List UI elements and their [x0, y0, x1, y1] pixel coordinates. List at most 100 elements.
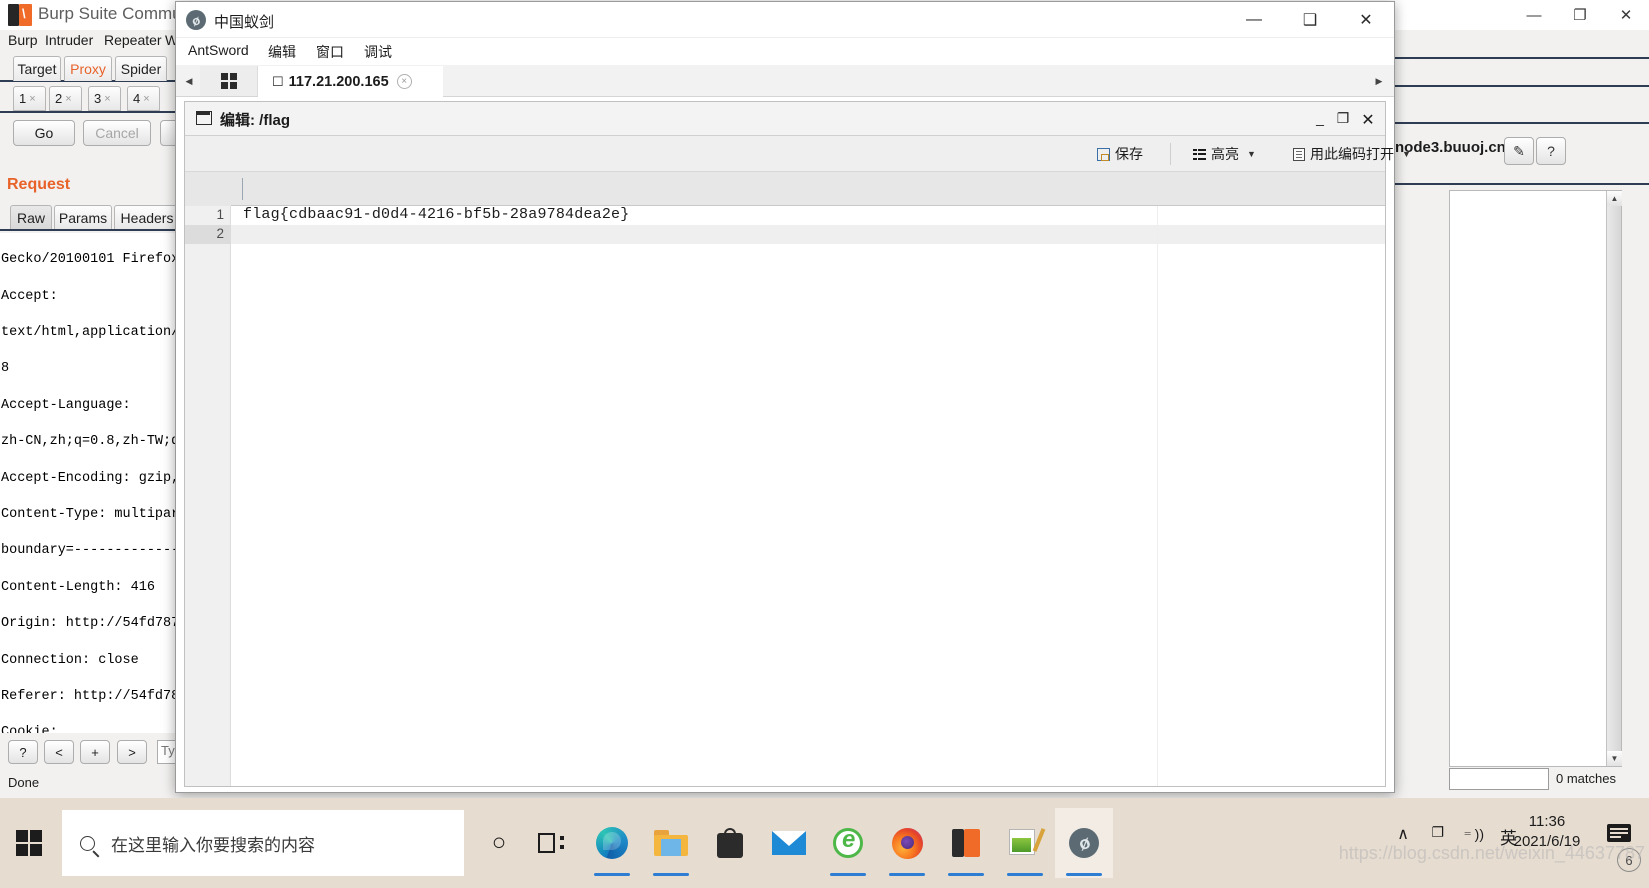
microsoft-edge-button[interactable]	[583, 808, 641, 878]
internet-explorer-button[interactable]	[819, 808, 877, 878]
microsoft-store-button[interactable]	[701, 808, 759, 878]
taskbar-search-input[interactable]: 在这里输入你要搜索的内容	[62, 810, 464, 876]
menu-window[interactable]: 窗口	[316, 42, 344, 62]
repeater-tab-1[interactable]: 1 ×	[13, 86, 46, 111]
request-tab-headers[interactable]: Headers	[114, 205, 180, 229]
burp-close-button[interactable]: ✕	[1603, 0, 1649, 30]
menu-debug[interactable]: 调试	[364, 42, 392, 62]
help-button[interactable]: ?	[8, 740, 38, 764]
divider-3	[1392, 122, 1649, 124]
menu-repeater[interactable]: Repeater	[104, 32, 162, 48]
request-tab-raw[interactable]: Raw	[10, 205, 52, 229]
host-help-button[interactable]: ?	[1536, 137, 1566, 165]
repeater-tab-1-close-icon[interactable]: ×	[29, 93, 35, 105]
go-button[interactable]: Go	[13, 120, 75, 146]
encoding-icon	[1293, 147, 1305, 161]
antsword-maximize-button[interactable]: ❑	[1282, 2, 1338, 38]
action-center-button[interactable]	[1605, 820, 1633, 846]
scroll-up-arrow-icon[interactable]: ▲	[1607, 191, 1622, 206]
chevron-down-icon[interactable]: ▼	[1402, 149, 1411, 159]
response-panel[interactable]	[1449, 190, 1622, 767]
tab-proxy[interactable]: Proxy	[64, 56, 112, 81]
active-indicator	[1007, 873, 1043, 876]
scroll-down-arrow-icon[interactable]: ▼	[1607, 751, 1622, 766]
burp-minimize-button[interactable]: —	[1511, 0, 1557, 30]
paint-editor-button[interactable]	[996, 808, 1054, 878]
save-label: 保存	[1115, 146, 1143, 162]
search-placeholder: 在这里输入你要搜索的内容	[111, 835, 315, 855]
repeater-tab-3-close-icon[interactable]: ×	[104, 93, 110, 105]
divider-4	[1392, 183, 1649, 185]
chevron-down-icon[interactable]: ▼	[1247, 149, 1256, 159]
menu-edit[interactable]: 编辑	[268, 42, 296, 62]
add-button[interactable]: +	[80, 740, 110, 764]
clock[interactable]: 11:36 2021/6/19	[1507, 812, 1587, 852]
editor-toolbar: 保存 高亮 ▼ 用此编码打开 ▼	[185, 136, 1411, 172]
highlight-dropdown[interactable]: 高亮 ▼	[1193, 143, 1256, 165]
editor-maximize-button[interactable]: ❐	[1334, 110, 1352, 127]
request-section-label: Request	[7, 176, 71, 193]
grid-icon	[220, 73, 237, 89]
repeater-tab-4[interactable]: 4 ×	[127, 86, 160, 111]
repeater-tab-3[interactable]: 3 ×	[88, 86, 121, 111]
task-view-icon	[538, 833, 564, 853]
tab-117-21-200-165[interactable]: ☐ 117.21.200.165 ×	[258, 66, 443, 97]
menu-burp[interactable]: Burp	[8, 32, 38, 48]
file-explorer-icon	[654, 830, 688, 856]
active-gutter-row	[185, 225, 231, 244]
editor-search-row[interactable]	[231, 172, 1385, 206]
mail-button[interactable]	[760, 808, 818, 878]
repeater-tab-1-label: 1	[19, 91, 27, 106]
open-with-encoding-dropdown[interactable]: 用此编码打开 ▼	[1293, 143, 1411, 165]
code-line-1: flag{cdbaac91-d0d4-4216-bf5b-28a9784dea2…	[243, 206, 630, 223]
tab-scroll-left-icon[interactable]: ◀	[180, 69, 198, 93]
antsword-minimize-button[interactable]: —	[1226, 2, 1282, 38]
editor-code-area[interactable]: 1 2 flag{cdbaac91-d0d4-4216-bf5b-28a9784…	[185, 206, 1385, 786]
repeater-tab-4-close-icon[interactable]: ×	[143, 93, 149, 105]
show-hidden-icons-button[interactable]: ∧	[1397, 824, 1409, 844]
cortana-button[interactable]: ○	[470, 808, 528, 878]
request-tab-params[interactable]: Params	[54, 205, 112, 229]
save-button[interactable]: 保存	[1097, 143, 1143, 165]
burp-maximize-button[interactable]: ❐	[1557, 0, 1603, 30]
open-with-encoding-label: 用此编码打开	[1310, 146, 1394, 162]
highlight-label: 高亮	[1211, 146, 1239, 162]
antsword-close-button[interactable]: ✕	[1338, 2, 1394, 38]
response-search-input[interactable]	[1449, 768, 1549, 790]
tab-spider[interactable]: Spider	[115, 56, 167, 81]
folder-icon: ☐	[272, 73, 284, 89]
window-icon	[196, 111, 212, 125]
response-scrollbar[interactable]: ▲ ▼	[1606, 191, 1622, 766]
antsword-button[interactable]: ø	[1055, 808, 1113, 878]
edit-host-button[interactable]: ✎	[1504, 137, 1534, 165]
tab-scroll-right-icon[interactable]: ▶	[1370, 69, 1388, 93]
burp-suite-icon	[952, 829, 980, 857]
task-view-button[interactable]	[522, 808, 580, 878]
divider-1	[1392, 57, 1649, 59]
tab-close-icon[interactable]: ×	[396, 74, 412, 89]
network-icon[interactable]: ❐	[1431, 824, 1444, 841]
cancel-button[interactable]: Cancel	[83, 120, 151, 146]
editor-close-button[interactable]: ✕	[1359, 110, 1377, 130]
editor-minimize-button[interactable]: _	[1311, 110, 1329, 126]
file-explorer-button[interactable]	[642, 808, 700, 878]
editor-line-number-gutter: 1 2	[185, 206, 231, 786]
prev-button[interactable]: <	[44, 740, 74, 764]
editor-titlebar: 编辑: /flag _ ❐ ✕	[185, 102, 1385, 136]
toolbar-divider	[1170, 143, 1171, 165]
repeater-tab-2[interactable]: 2 ×	[49, 86, 82, 111]
volume-icon[interactable]: ゠))	[1461, 824, 1484, 844]
tab-target[interactable]: Target	[13, 56, 61, 81]
repeater-tab-2-close-icon[interactable]: ×	[65, 93, 71, 105]
paint-editor-icon	[1009, 828, 1046, 857]
burp-suite-button[interactable]	[937, 808, 995, 878]
next-button[interactable]: >	[117, 740, 147, 764]
antsword-window: ø 中国蚁剑 — ❑ ✕ AntSword 编辑 窗口 调试 ◀ ☐ 117.2…	[175, 1, 1411, 793]
firefox-button[interactable]	[878, 808, 936, 878]
start-button[interactable]	[0, 798, 58, 888]
cortana-circle-icon: ○	[491, 829, 507, 856]
menu-intruder[interactable]: Intruder	[45, 32, 93, 48]
save-icon	[1097, 147, 1110, 161]
menu-antsword[interactable]: AntSword	[188, 42, 249, 58]
shell-manager-grid-button[interactable]	[200, 66, 258, 96]
